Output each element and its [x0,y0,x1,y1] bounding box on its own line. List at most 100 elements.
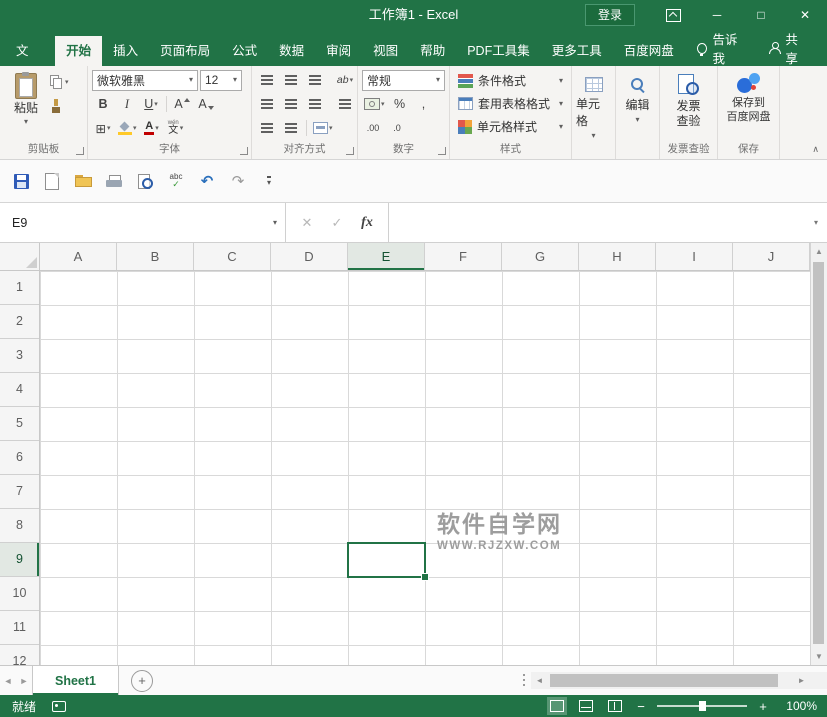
tab-splitter-handle[interactable] [523,674,525,688]
tab-data[interactable]: 数据 [268,36,315,66]
row-header-5[interactable]: 5 [0,407,39,441]
conditional-formatting-button[interactable]: 条件格式 ▾ [454,69,567,92]
tab-formulas[interactable]: 公式 [221,36,268,66]
format-as-table-button[interactable]: 套用表格格式 ▾ [454,92,567,115]
page-break-view-button[interactable] [605,697,625,715]
decrease-indent-button[interactable] [256,118,278,138]
fill-color-button[interactable]: ▾ [116,118,139,138]
collapse-ribbon-button[interactable]: ∧ [812,144,819,155]
column-header-d[interactable]: D [271,243,348,270]
close-button[interactable]: ✕ [783,0,827,30]
vertical-scroll-thumb[interactable] [813,262,824,644]
enter-button[interactable]: ✓ [322,215,352,231]
expand-formula-bar-button[interactable]: ▾ [805,203,827,242]
cell-styles-button[interactable]: 单元格样式 ▾ [454,115,567,138]
row-header-8[interactable]: 8 [0,509,39,543]
column-header-e[interactable]: E [348,243,425,270]
column-header-b[interactable]: B [117,243,194,270]
hscroll-right-button[interactable]: ► [793,672,810,689]
ribbon-display-options-button[interactable] [651,0,695,30]
percent-style-button[interactable]: % [389,94,411,114]
column-header-j[interactable]: J [733,243,810,270]
tab-insert[interactable]: 插入 [102,36,149,66]
zoom-level[interactable]: 100% [779,699,817,713]
selected-cell[interactable] [347,542,426,578]
select-all-button[interactable] [0,243,40,271]
sheet-tab-sheet1[interactable]: Sheet1 [32,666,119,695]
share-button[interactable]: 共享 [757,33,819,63]
tab-help[interactable]: 帮助 [409,36,456,66]
font-color-button[interactable]: A▾ [141,118,163,138]
row-header-1[interactable]: 1 [0,271,39,305]
phonetic-guide-button[interactable]: wén文▾ [165,118,187,138]
cell-grid[interactable]: 软件自学网 WWW.RJZXW.COM [40,271,810,665]
undo-button[interactable]: ↶ [194,167,220,195]
format-painter-button[interactable] [48,96,71,116]
sheet-nav-right-button[interactable]: ► [16,676,32,686]
increase-indent-button[interactable] [280,118,302,138]
page-layout-view-button[interactable] [576,697,596,715]
borders-button[interactable]: ⊞▾ [92,118,114,138]
tab-more-tools[interactable]: 更多工具 [541,36,613,66]
name-box-dropdown-arrow[interactable]: ▾ [273,219,277,227]
customize-qat-button[interactable]: ▾ [256,167,282,195]
column-header-c[interactable]: C [194,243,271,270]
top-align-button[interactable] [256,70,278,90]
orientation-button[interactable]: ab▾ [334,70,356,90]
font-name-combo[interactable]: 微软雅黑▾ [92,70,198,91]
tab-view[interactable]: 视图 [362,36,409,66]
align-right-button[interactable] [304,94,326,114]
zoom-slider[interactable] [657,698,747,714]
increase-decimal-button[interactable]: .00 [362,118,384,138]
decrease-decimal-button[interactable]: .0 [386,118,408,138]
copy-button[interactable]: ▾ [48,72,71,92]
row-header-9[interactable]: 9 [0,543,39,577]
insert-function-button[interactable]: fx [352,215,382,231]
name-box[interactable]: E9 ▾ [0,203,286,242]
tell-me-button[interactable]: 告诉我 [685,33,757,63]
scroll-down-button[interactable]: ▼ [811,648,827,665]
row-header-12[interactable]: 12 [0,645,39,665]
row-header-3[interactable]: 3 [0,339,39,373]
zoom-in-button[interactable]: + [756,699,770,714]
new-workbook-button[interactable] [39,167,65,195]
merge-center-button[interactable]: ▾ [311,118,335,138]
bottom-align-button[interactable] [304,70,326,90]
paste-button[interactable]: 粘贴 ▾ [4,69,48,142]
invoice-check-button[interactable]: 发票查验 [676,69,700,142]
macro-record-button[interactable] [52,701,66,712]
decrease-font-size-button[interactable]: A [195,94,217,114]
column-header-i[interactable]: I [656,243,733,270]
row-header-11[interactable]: 11 [0,611,39,645]
wrap-text-button[interactable] [334,94,356,114]
clipboard-dialog-launcher[interactable] [76,147,84,155]
fill-handle[interactable] [421,573,429,581]
add-sheet-button[interactable]: + [131,670,153,692]
scroll-up-button[interactable]: ▲ [811,243,827,260]
spelling-button[interactable]: abc✓ [163,167,189,195]
row-header-2[interactable]: 2 [0,305,39,339]
maximize-button[interactable]: □ [739,0,783,30]
horizontal-scrollbar[interactable] [548,672,793,689]
align-left-button[interactable] [256,94,278,114]
login-button[interactable]: 登录 [585,4,635,26]
print-preview-button[interactable] [132,167,158,195]
horizontal-scroll-thumb[interactable] [550,674,778,687]
column-header-g[interactable]: G [502,243,579,270]
minimize-button[interactable]: ─ [695,0,739,30]
formula-input[interactable] [389,203,805,242]
redo-button[interactable]: ↷ [225,167,251,195]
number-format-combo[interactable]: 常规▾ [362,70,445,91]
font-size-combo[interactable]: 12▾ [200,70,242,91]
tab-home[interactable]: 开始 [55,36,102,66]
row-header-4[interactable]: 4 [0,373,39,407]
tab-file[interactable]: 文件 [0,36,55,66]
increase-font-size-button[interactable]: A [171,94,193,114]
row-header-6[interactable]: 6 [0,441,39,475]
align-center-button[interactable] [280,94,302,114]
normal-view-button[interactable] [547,697,567,715]
cancel-button[interactable]: ✕ [292,215,322,231]
comma-style-button[interactable]: , [413,94,435,114]
zoom-out-button[interactable]: − [634,699,648,714]
underline-button[interactable]: U▾ [140,94,162,114]
